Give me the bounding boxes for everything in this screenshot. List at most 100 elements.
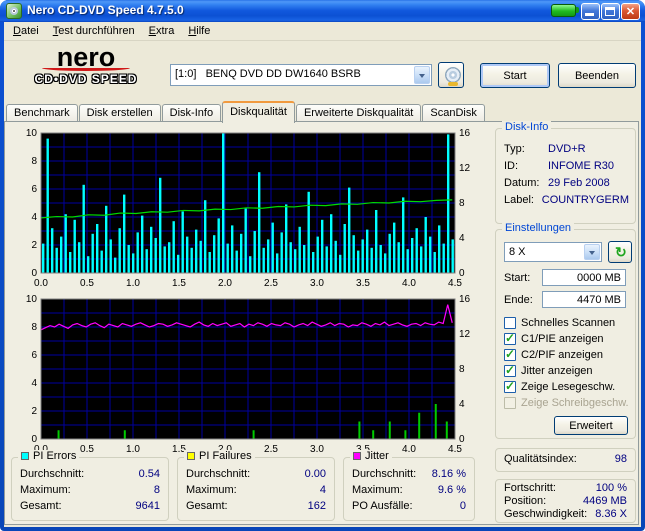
checkbox-zeige-lesegeschw[interactable]: Zeige Lesegeschw. bbox=[504, 379, 631, 394]
checkbox-jitter-anzeigen[interactable]: Jitter anzeigen bbox=[504, 363, 631, 378]
disk-info-row-id: ID: INFOME R30 bbox=[504, 158, 629, 175]
close-icon: ✕ bbox=[625, 6, 636, 18]
tab-diskqualitaet[interactable]: Diskqualität bbox=[222, 101, 295, 123]
maximize-button[interactable] bbox=[601, 3, 620, 20]
stat-value: 0.00 bbox=[304, 468, 326, 480]
tab-benchmark[interactable]: Benchmark bbox=[6, 104, 78, 122]
svg-text:1.0: 1.0 bbox=[126, 444, 140, 455]
progress-value: 4469 MB bbox=[582, 495, 627, 507]
client-area: Datei Test durchführen Extra Hilfe nero … bbox=[4, 22, 641, 527]
stat-label: Maximum: bbox=[186, 484, 237, 496]
stats-title: PI Errors bbox=[33, 450, 77, 462]
stat-row: Gesamt: 9641 bbox=[20, 498, 160, 514]
quality-index-box: Qualitätsindex: 98 bbox=[495, 448, 636, 472]
stat-label: Maximum: bbox=[352, 484, 403, 496]
stat-label: Durchschnitt: bbox=[20, 468, 85, 480]
stat-label: Gesamt: bbox=[20, 500, 62, 512]
start-button[interactable]: Start bbox=[480, 63, 550, 88]
title-bar[interactable]: Nero CD-DVD Speed 4.7.5.0 ✕ bbox=[0, 0, 645, 22]
tab-disk-info[interactable]: Disk-Info bbox=[161, 104, 222, 122]
speed-dropdown-arrow-icon[interactable] bbox=[584, 244, 600, 260]
close-button[interactable]: ✕ bbox=[621, 3, 640, 20]
svg-text:2: 2 bbox=[31, 240, 37, 251]
stats-rows: Durchschnitt: 0.00 Maximum: 4 Gesamt: 162 bbox=[178, 458, 334, 514]
checkbox-label: C2/PIF anzeigen bbox=[521, 349, 603, 361]
stat-label: Durchschnitt: bbox=[352, 468, 417, 480]
checkbox-label: Zeige Lesegeschw. bbox=[521, 381, 616, 393]
window-title: Nero CD-DVD Speed 4.7.5.0 bbox=[27, 3, 184, 17]
drive-select-value: [1:0] BENQ DVD DD DW1640 BSRB bbox=[175, 68, 361, 80]
menu-item-extra[interactable]: Extra bbox=[142, 23, 182, 39]
jitter-chart: 108642016128400.00.51.01.52.02.53.03.54.… bbox=[5, 294, 485, 459]
start-position-label: Start: bbox=[504, 272, 531, 284]
quit-button[interactable]: Beenden bbox=[558, 63, 636, 88]
eject-disc-button[interactable] bbox=[438, 62, 464, 88]
menu-bar: Datei Test durchführen Extra Hilfe bbox=[4, 22, 641, 41]
disk-info-label: Label: bbox=[504, 194, 534, 206]
svg-text:0.5: 0.5 bbox=[80, 278, 94, 289]
stat-value: 8 bbox=[153, 484, 160, 496]
disk-info-row-datum: Datum: 29 Feb 2008 bbox=[504, 175, 629, 192]
svg-text:8: 8 bbox=[31, 156, 37, 167]
disk-info-value: 29 Feb 2008 bbox=[548, 177, 610, 189]
svg-text:16: 16 bbox=[459, 128, 471, 139]
disk-info-label: Datum: bbox=[504, 177, 540, 189]
stat-label: Durchschnitt: bbox=[186, 468, 251, 480]
svg-text:3.0: 3.0 bbox=[310, 444, 324, 455]
stats-jitter-caption: Jitter bbox=[350, 450, 392, 462]
progress-value: 100 % bbox=[595, 482, 627, 494]
tab-page-diskqualitaet: 10 8 6 4 2 0 16 12 8 4 0 0.0 0.5 1.0 1.5 2.0 2.5 3.0 3.5 4.… bbox=[4, 121, 639, 525]
menu-item-hilfe[interactable]: Hilfe bbox=[181, 23, 217, 39]
checkbox-label: C1/PIE anzeigen bbox=[521, 333, 604, 345]
svg-text:12: 12 bbox=[459, 329, 471, 340]
quality-index-row: Qualitätsindex: 98 bbox=[496, 449, 635, 469]
tab-strip: Benchmark Disk erstellen Disk-Info Diskq… bbox=[6, 99, 486, 123]
drive-select[interactable]: [1:0] BENQ DVD DD DW1640 BSRB bbox=[170, 64, 432, 86]
menu-item-test-durchfuehren[interactable]: Test durchführen bbox=[46, 23, 142, 39]
svg-text:4: 4 bbox=[31, 212, 37, 223]
svg-text:1.5: 1.5 bbox=[172, 278, 186, 289]
svg-text:2: 2 bbox=[31, 406, 37, 417]
checkbox-icon bbox=[504, 379, 516, 393]
checkbox-c1-pie-anzeigen[interactable]: C1/PIE anzeigen bbox=[504, 331, 631, 346]
speed-select[interactable]: 8 X bbox=[504, 242, 602, 262]
checkbox-c2-pif-anzeigen[interactable]: C2/PIF anzeigen bbox=[504, 347, 631, 362]
minimize-button[interactable] bbox=[581, 3, 600, 20]
tab-erweiterte-diskqualitaet[interactable]: Erweiterte Diskqualität bbox=[295, 104, 422, 122]
checkbox-label: Zeige Schreibgeschw. bbox=[521, 397, 629, 409]
end-position-label: Ende: bbox=[504, 294, 533, 306]
menu-item-datei[interactable]: Datei bbox=[6, 23, 46, 39]
checkbox-schnelles-scannen[interactable]: Schnelles Scannen bbox=[504, 316, 631, 330]
stat-value: 8.16 % bbox=[431, 468, 466, 480]
disk-info-value: DVD+R bbox=[548, 143, 586, 155]
svg-text:4.5: 4.5 bbox=[448, 444, 462, 455]
checkbox-zeige-schreibgeschw[interactable]: Zeige Schreibgeschw. bbox=[504, 396, 631, 410]
refresh-disc-button[interactable]: ↻ bbox=[608, 241, 632, 263]
end-position-field[interactable] bbox=[542, 291, 626, 308]
chevron-down-icon bbox=[589, 250, 595, 258]
svg-text:10: 10 bbox=[26, 294, 38, 305]
advanced-button[interactable]: Erweitert bbox=[554, 416, 628, 435]
stats-pi-failures: PI Failures Durchschnitt: 0.00 Maximum: 4 … bbox=[177, 450, 335, 521]
disk-info-label: ID: bbox=[504, 160, 519, 172]
stat-value: 9.6 % bbox=[437, 484, 466, 496]
progress-label: Geschwindigkeit: bbox=[504, 508, 588, 520]
checkbox-label: Jitter anzeigen bbox=[521, 365, 593, 377]
settings-group: Einstellungen 8 X ↻ Start: Ende: Schnell… bbox=[495, 222, 636, 439]
svg-text:4: 4 bbox=[459, 233, 465, 244]
drive-dropdown-arrow-icon[interactable] bbox=[414, 66, 430, 84]
checkbox-icon bbox=[504, 331, 516, 345]
pi-errors-chart: 10 8 6 4 2 0 16 12 8 4 0 0.0 0.5 1.0 1.5 2.0 2.5 3.0 3.5 4.… bbox=[5, 128, 485, 293]
stats-rows: Durchschnitt: 0.54 Maximum: 8 Gesamt: 9641 bbox=[12, 458, 168, 514]
stats-title: Jitter bbox=[365, 450, 389, 462]
stats-rows: Durchschnitt: 8.16 % Maximum: 9.6 % PO Aus… bbox=[344, 458, 474, 514]
stats-pi-failures-caption: PI Failures bbox=[184, 450, 255, 462]
stat-row: Durchschnitt: 0.00 bbox=[186, 466, 326, 482]
svg-text:0.0: 0.0 bbox=[34, 278, 48, 289]
minimize-icon bbox=[585, 13, 594, 16]
stat-value: 0.54 bbox=[138, 468, 160, 480]
start-position-field[interactable] bbox=[542, 269, 626, 286]
tab-disk-erstellen[interactable]: Disk erstellen bbox=[78, 104, 161, 122]
tab-scandisk[interactable]: ScanDisk bbox=[422, 104, 485, 122]
disc-icon bbox=[445, 67, 461, 86]
